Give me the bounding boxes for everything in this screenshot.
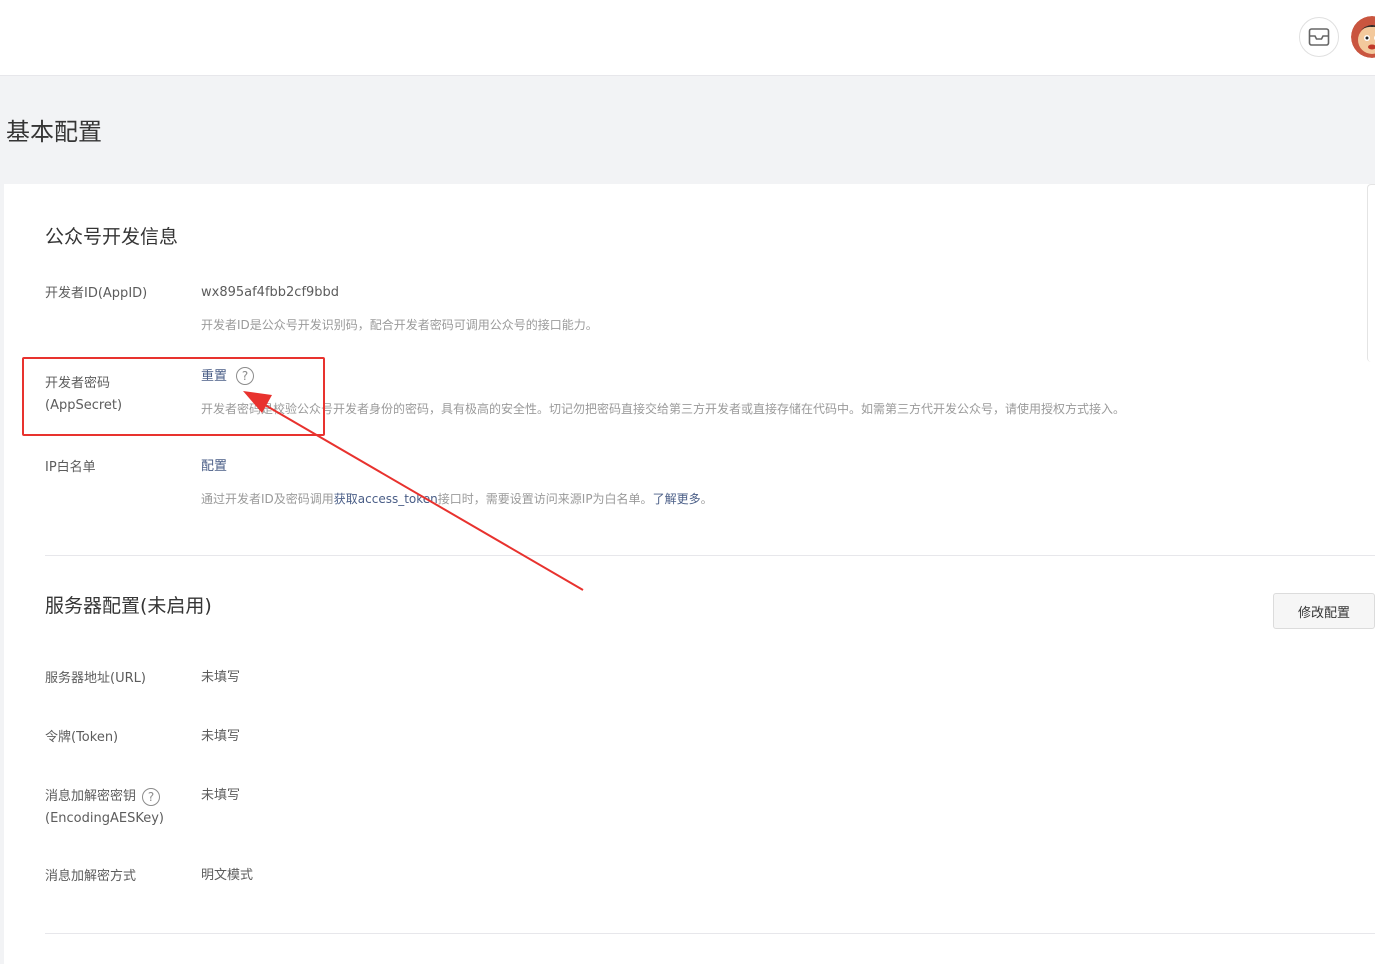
- ip-desc-suffix: 。: [700, 492, 713, 506]
- token-value: 未填写: [201, 729, 241, 744]
- mail-icon: [1308, 28, 1330, 46]
- mail-button[interactable]: [1299, 17, 1339, 57]
- ip-whitelist-label: IP白名单: [45, 460, 96, 475]
- bottom-divider: [45, 933, 1375, 934]
- encrypt-mode-label: 消息加解密方式: [45, 869, 137, 884]
- ip-whitelist-config-link[interactable]: 配置: [201, 458, 227, 476]
- ip-desc-prefix: 通过开发者ID及密码调用: [201, 492, 334, 506]
- section-divider: [45, 555, 1375, 556]
- appsecret-description: 开发者密码是校验公众号开发者身份的密码，具有极高的安全性。切记勿把密码直接交给第…: [201, 402, 1126, 416]
- server-url-value: 未填写: [201, 670, 241, 685]
- modify-config-button[interactable]: 修改配置: [1273, 593, 1375, 629]
- access-token-link[interactable]: 获取access_token: [334, 492, 438, 506]
- appid-label: 开发者ID(AppID): [45, 286, 148, 301]
- ip-whitelist-description: 通过开发者ID及密码调用获取access_token接口时，需要设置访问来源IP…: [201, 490, 713, 508]
- annotation-highlight-box: [22, 357, 325, 436]
- page-title: 基本配置: [6, 118, 102, 146]
- avatar-image: [1351, 16, 1375, 58]
- aeskey-value: 未填写: [201, 788, 241, 803]
- token-label: 令牌(Token): [45, 730, 119, 745]
- encrypt-mode-value: 明文模式: [201, 868, 254, 883]
- appid-description: 开发者ID是公众号开发识别码，配合开发者密码可调用公众号的接口能力。: [201, 318, 598, 332]
- avatar[interactable]: [1351, 16, 1375, 58]
- aeskey-help-icon[interactable]: ?: [142, 788, 160, 806]
- server-url-label: 服务器地址(URL): [45, 671, 146, 686]
- dev-info-section-title: 公众号开发信息: [45, 226, 179, 248]
- aeskey-label-line2: (EncodingAESKey): [45, 811, 164, 826]
- server-config-section-title: 服务器配置(未启用): [45, 595, 212, 617]
- side-panel-edge: [1367, 184, 1375, 362]
- top-bar: [0, 0, 1375, 76]
- ip-desc-middle: 接口时，需要设置访问来源IP为白名单。: [437, 492, 653, 506]
- appid-value: wx895af4fbb2cf9bbd: [201, 285, 340, 300]
- learn-more-link[interactable]: 了解更多: [653, 492, 701, 506]
